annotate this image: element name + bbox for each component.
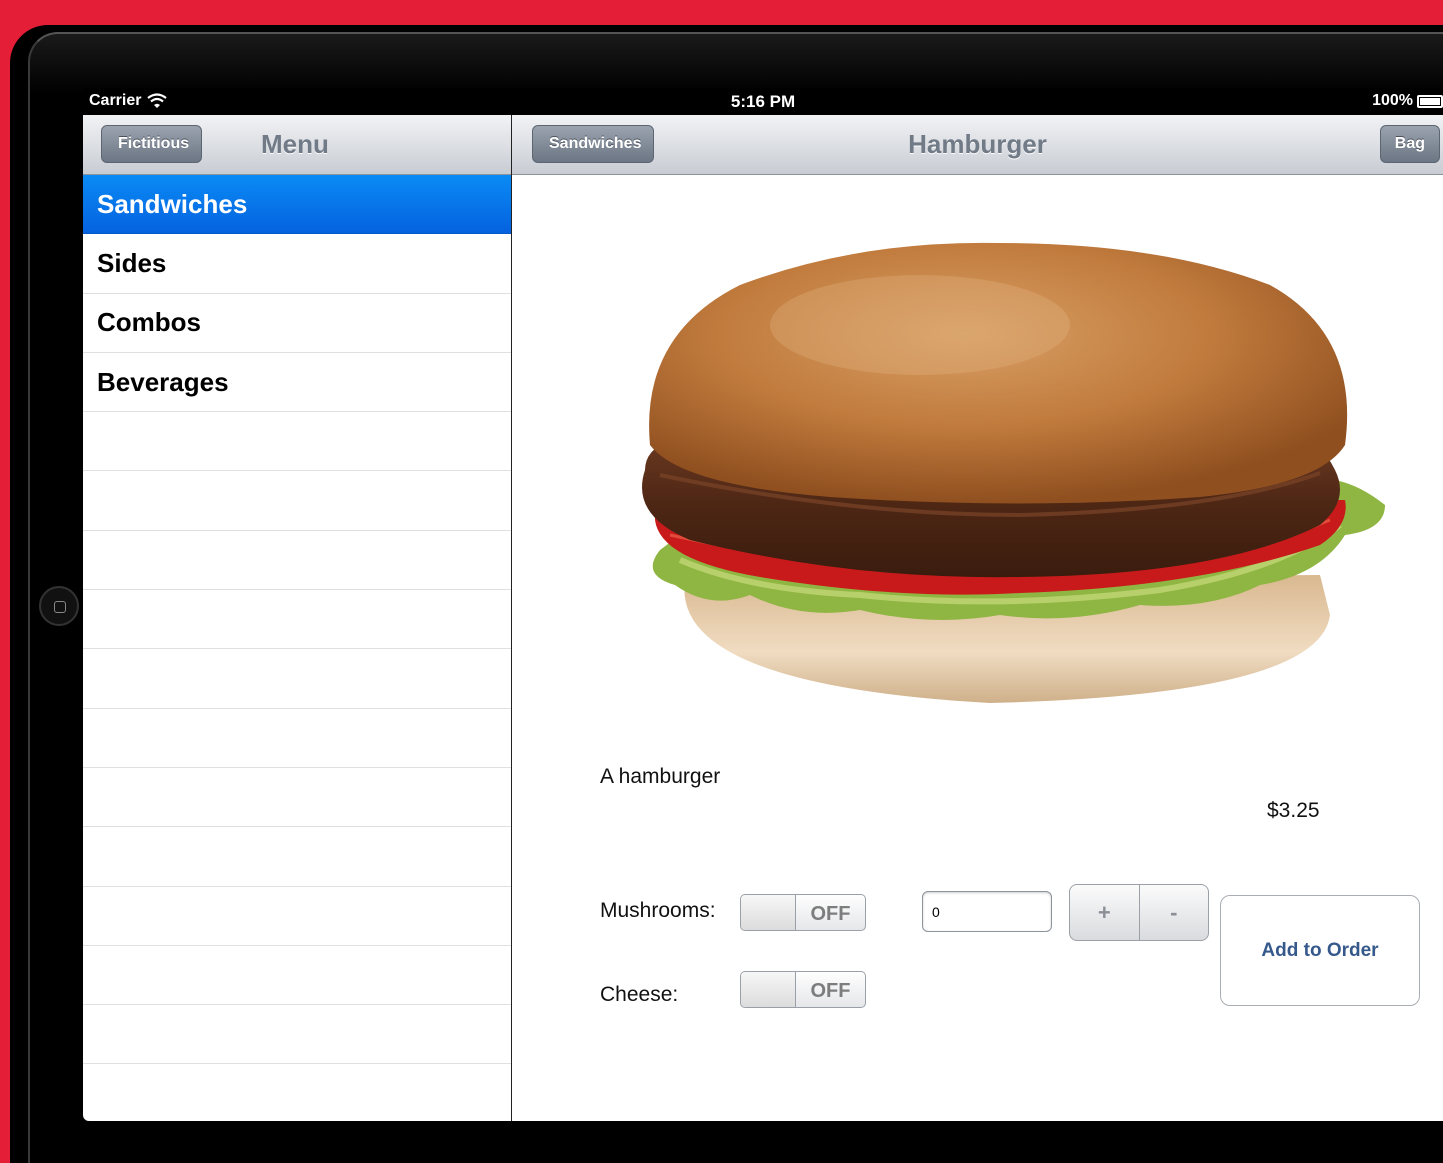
status-bar: Carrier 5:16 PM 100% xyxy=(83,88,1443,115)
battery-percent: 100% xyxy=(1372,92,1413,109)
empty-row xyxy=(83,649,511,709)
detail-navbar: Sandwiches Hamburger Bag xyxy=(512,115,1443,175)
menu-item-label: Combos xyxy=(97,307,201,338)
toggle-knob xyxy=(741,972,796,1007)
menu-item-sides[interactable]: Sides xyxy=(83,234,511,294)
menu-item-beverages[interactable]: Beverages xyxy=(83,353,511,413)
master-title: Menu xyxy=(261,129,329,159)
cheese-label: Cheese: xyxy=(600,983,679,1006)
bag-button[interactable]: Bag xyxy=(1379,125,1440,163)
menu-list: Sandwiches Sides Combos Beverages xyxy=(83,175,511,1121)
empty-row xyxy=(83,946,511,1006)
empty-row xyxy=(83,590,511,650)
toggle-state: OFF xyxy=(810,980,851,1002)
decrement-button[interactable]: - xyxy=(1140,885,1209,940)
empty-row xyxy=(83,768,511,828)
menu-item-combos[interactable]: Combos xyxy=(83,294,511,353)
cheese-toggle[interactable]: OFF xyxy=(740,971,866,1008)
battery-indicator: 100% xyxy=(1372,92,1443,110)
empty-row xyxy=(83,1005,511,1065)
bag-button-label: Bag xyxy=(1394,135,1425,152)
quantity-stepper[interactable]: + - xyxy=(1069,884,1209,941)
menu-item-label: Sandwiches xyxy=(97,188,248,219)
mushrooms-label: Mushrooms: xyxy=(600,899,716,922)
add-to-order-label: Add to Order xyxy=(1261,939,1379,961)
quantity-field[interactable] xyxy=(922,891,1052,932)
menu-item-label: Sides xyxy=(97,247,167,278)
toggle-knob xyxy=(741,895,796,930)
mushrooms-toggle[interactable]: OFF xyxy=(740,894,866,931)
detail-title: Hamburger xyxy=(908,129,1047,159)
detail-pane: Sandwiches Hamburger Bag A hamburger $3.… xyxy=(511,115,1443,1121)
add-to-order-button[interactable]: Add to Order xyxy=(1220,895,1420,1006)
empty-row xyxy=(83,887,511,946)
menu-item-label: Beverages xyxy=(97,366,229,397)
increment-button[interactable]: + xyxy=(1070,885,1140,940)
battery-icon xyxy=(1417,94,1443,108)
toggle-state: OFF xyxy=(810,903,851,925)
burger-image xyxy=(642,242,1385,703)
back-button-label: Fictitious xyxy=(118,135,190,152)
empty-row xyxy=(83,471,511,531)
empty-row xyxy=(83,412,511,472)
home-button[interactable] xyxy=(39,586,79,626)
master-navbar: Fictitious Menu xyxy=(83,115,511,175)
empty-row xyxy=(83,1064,511,1121)
master-pane: Fictitious Menu Sandwiches Sides Combos … xyxy=(83,115,511,1121)
back-button-fictitious[interactable]: Fictitious xyxy=(101,125,203,163)
empty-row xyxy=(83,531,511,591)
empty-row xyxy=(83,827,511,887)
status-time: 5:16 PM xyxy=(730,92,796,111)
empty-row xyxy=(83,709,511,768)
menu-item-sandwiches[interactable]: Sandwiches xyxy=(83,175,511,235)
item-price: $3.25 xyxy=(1267,799,1320,822)
item-description: A hamburger xyxy=(600,765,721,788)
